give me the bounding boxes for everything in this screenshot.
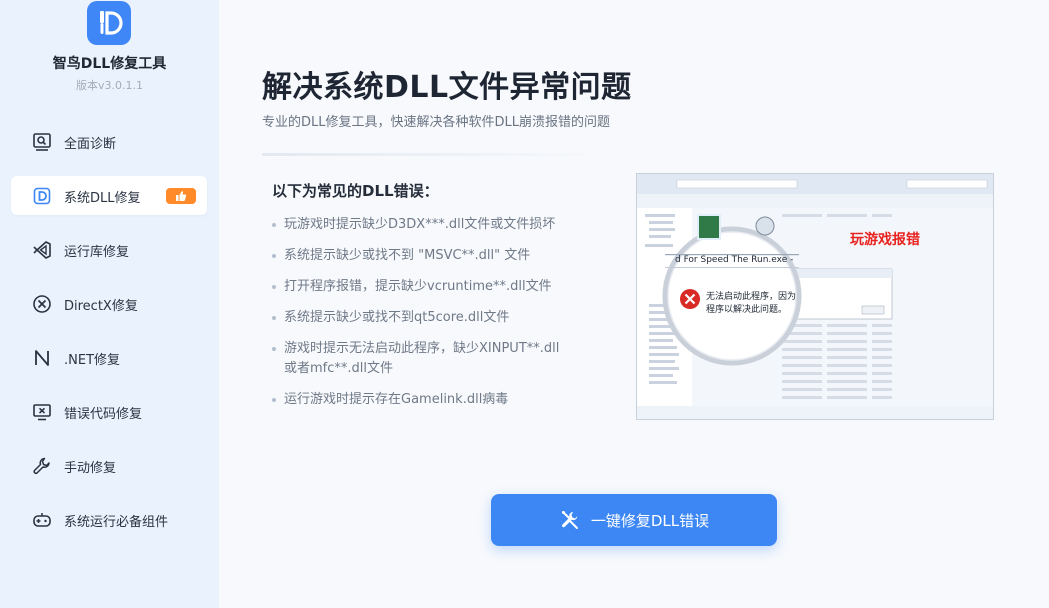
sidebar-item-system-components[interactable]: 系统运行必备组件	[11, 500, 207, 539]
sidebar-item-label: 手动修复	[64, 461, 117, 476]
sidebar-item-label: 系统DLL修复	[64, 191, 141, 206]
list-item: 系统提示缺少或找不到qt5core.dll文件	[272, 308, 572, 328]
app-logo-icon	[100, 11, 123, 35]
visual-studio-icon	[33, 241, 51, 259]
error-screenshot-illustration: d For Speed The Run.exe - 系统错误 无法启动此程序，因…	[636, 173, 994, 420]
list-item: 玩游戏时提示缺少D3DX***.dll文件或文件损坏	[272, 215, 572, 235]
monitor-error-icon	[33, 404, 51, 421]
scan-icon	[33, 133, 51, 151]
one-click-fix-button[interactable]: 一键修复DLL错误	[491, 494, 777, 546]
app-logo	[87, 1, 131, 45]
fix-button-label: 一键修复DLL错误	[590, 511, 710, 530]
dialog-message-line1: 无法启动此程序，因为计算机中丢	[706, 292, 796, 302]
page-title: 解决系统DLL文件异常问题	[262, 70, 632, 105]
sidebar-item-label: 全面诊断	[64, 137, 117, 152]
dialog-title-text: d For Speed The Run.exe - 系统错误	[675, 255, 795, 265]
sidebar-item-label: 运行库修复	[64, 245, 130, 260]
sidebar-item-error-code[interactable]: 错误代码修复	[11, 392, 207, 431]
thumbs-up-icon	[176, 191, 187, 201]
sidebar-item-runtime[interactable]: 运行库修复	[11, 230, 207, 269]
sidebar-item-system-dll[interactable]: 系统DLL修复	[11, 176, 207, 215]
tools-icon	[561, 511, 578, 529]
list-item: 系统提示缺少或找不到 "MSVC**.dll" 文件	[272, 246, 572, 266]
dialog-message-line2: 程序以解决此问题。	[706, 305, 788, 315]
divider	[262, 153, 612, 156]
error-list-title: 以下为常见的DLL错误：	[272, 182, 439, 200]
sidebar-item-label: 错误代码修复	[64, 407, 143, 422]
error-list: 玩游戏时提示缺少D3DX***.dll文件或文件损坏 系统提示缺少或找不到 "M…	[272, 215, 572, 421]
directx-icon	[33, 295, 51, 313]
illustration-caption: 玩游戏报错	[850, 232, 920, 248]
app-version: 版本v3.0.1.1	[76, 79, 143, 92]
explorer-window-illustration	[637, 174, 993, 419]
recommend-badge	[166, 188, 196, 204]
wrench-icon	[33, 457, 50, 475]
sidebar: 智鸟DLL修复工具 版本v3.0.1.1 全面诊断 系统DLL修复 运行库修复 …	[0, 0, 219, 608]
sidebar-item-manual-repair[interactable]: 手动修复	[11, 446, 207, 485]
list-item: 游戏时提示无法启动此程序，缺少XINPUT**.dll或者mfc**.dll文件	[272, 339, 562, 379]
gamepad-icon	[33, 513, 51, 527]
sidebar-item-dotnet[interactable]: .NET修复	[11, 338, 207, 377]
page-subtitle: 专业的DLL修复工具，快速解决各种软件DLL崩溃报错的问题	[262, 115, 610, 130]
app-title: 智鸟DLL修复工具	[52, 56, 167, 72]
sidebar-item-full-diagnosis[interactable]: 全面诊断	[11, 122, 207, 161]
list-item: 打开程序报错，提示缺少vcruntime**.dll文件	[272, 277, 572, 297]
dll-icon	[33, 187, 51, 205]
sidebar-item-label: 系统运行必备组件	[64, 515, 169, 530]
dotnet-icon	[35, 350, 49, 366]
list-item: 运行游戏时提示存在Gamelink.dll病毒	[272, 390, 572, 410]
sidebar-item-label: .NET修复	[64, 353, 121, 368]
sidebar-item-label: DirectX修复	[64, 299, 138, 314]
sidebar-item-directx[interactable]: DirectX修复	[11, 284, 207, 323]
